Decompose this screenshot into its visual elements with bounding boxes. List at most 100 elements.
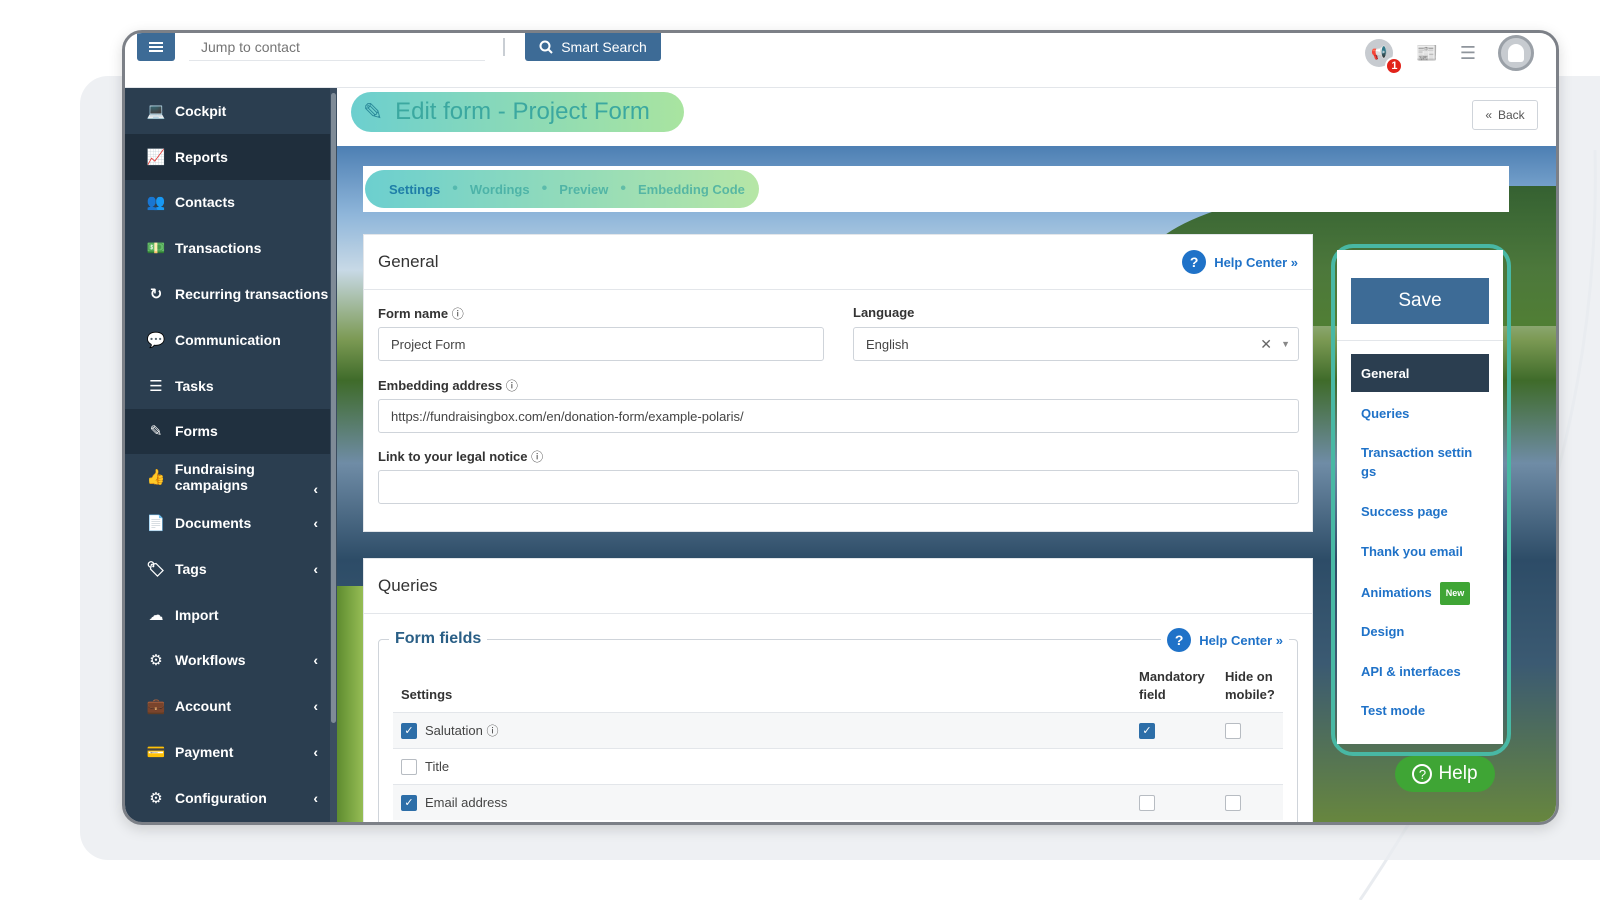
sidebar-item-recurring-transactions[interactable]: ↻ Recurring transactions — [125, 271, 330, 317]
tab-preview[interactable]: Preview — [551, 182, 616, 197]
thumbs-up-icon: 👍 — [146, 469, 166, 487]
app-window: Smart Search 📢 1 📰 ☰ 💻 Cockpit 📈 Reports 👥… — [122, 30, 1559, 825]
queries-card: Queries Form fields ? Help Center » Sett… — [363, 558, 1313, 822]
tab-separator: • — [620, 180, 626, 197]
mandatory-checkbox[interactable] — [1139, 794, 1155, 811]
sidebar-item-label: Payment — [175, 744, 234, 761]
sidebar-item-cockpit[interactable]: 💻 Cockpit — [125, 88, 330, 134]
nav-animations[interactable]: Animations New — [1351, 582, 1489, 605]
mandatory-checkbox[interactable]: ✓ — [1139, 722, 1155, 739]
form-fields-title: Form fields — [389, 630, 488, 648]
help-label: Help — [1438, 763, 1478, 784]
smart-search-button[interactable]: Smart Search — [525, 33, 661, 61]
nav-transaction-settings[interactable]: Transaction settin gs — [1351, 443, 1489, 481]
general-card-header: General ? Help Center » — [364, 235, 1312, 290]
clear-icon[interactable]: ✕ — [1260, 336, 1272, 353]
search-icon — [539, 40, 553, 54]
tab-settings[interactable]: Settings — [381, 182, 448, 197]
title-checkbox[interactable] — [401, 758, 417, 775]
hide-mobile-checkbox[interactable] — [1225, 794, 1241, 811]
sidebar-item-payment[interactable]: 💳 Payment ‹ — [125, 729, 330, 775]
sidebar-item-communication[interactable]: 💬 Communication — [125, 317, 330, 363]
form-name-label: Form name ⓘ — [378, 306, 464, 321]
back-button[interactable]: « Back — [1472, 100, 1538, 130]
users-icon: 👥 — [146, 194, 166, 212]
nav-api-interfaces[interactable]: API & interfaces — [1351, 662, 1489, 681]
nav-design[interactable]: Design — [1351, 622, 1489, 641]
sidebar-item-label: Recurring transactions — [175, 286, 329, 303]
legal-notice-field[interactable] — [378, 470, 1299, 504]
settings-column-header: Settings — [401, 687, 453, 702]
help-center-link[interactable]: ? Help Center » — [1182, 250, 1298, 274]
form-fields-fieldset: Form fields ? Help Center » Settings Man… — [378, 628, 1298, 822]
form-name-field[interactable]: Project Form — [378, 327, 824, 361]
edit-icon: ✎ — [363, 98, 384, 126]
sidebar-item-label: Configuration — [175, 789, 267, 806]
tab-embedding-code[interactable]: Embedding Code — [630, 182, 753, 197]
sidebar-item-documents[interactable]: 📄 Documents ‹ — [125, 500, 330, 546]
language-select[interactable]: English ✕ ▼ — [853, 327, 1299, 361]
jump-to-contact-input[interactable] — [189, 33, 485, 61]
back-label: Back — [1498, 108, 1525, 122]
sidebar-item-label: Tasks — [175, 377, 214, 394]
chart-icon: 📈 — [146, 148, 166, 166]
smart-search-label: Smart Search — [561, 39, 647, 55]
page-header: ✎ Edit form - Project Form « Back — [337, 88, 1556, 146]
nav-thank-you-email[interactable]: Thank you email — [1351, 542, 1489, 561]
sidebar-item-tasks[interactable]: ☰ Tasks — [125, 363, 330, 409]
tabs-bar: Settings • Wordings • Preview • Embeddin… — [363, 166, 1509, 212]
sidebar-item-configuration[interactable]: ⚙ Configuration ‹ — [125, 775, 330, 821]
salutation-checkbox[interactable]: ✓ — [401, 722, 417, 739]
sidebar-item-label: Tags — [175, 560, 207, 577]
chevron-left-icon: ‹ — [313, 698, 318, 715]
tasks-icon: ☰ — [149, 377, 163, 395]
sidebar-item-tags[interactable]: 🏷 Tags ‹ — [125, 546, 330, 592]
divider — [503, 38, 505, 56]
help-center-link[interactable]: ? Help Center » — [1161, 628, 1289, 652]
sidebar-item-account[interactable]: 💼 Account ‹ — [125, 683, 330, 729]
question-icon: ? — [1412, 764, 1433, 784]
question-icon: ? — [1167, 628, 1192, 652]
table-row: ✓ Salutation ⓘ ✓ — [393, 712, 1283, 748]
save-button[interactable]: Save — [1351, 278, 1489, 324]
hide-mobile-checkbox[interactable] — [1225, 722, 1241, 739]
nav-success-page[interactable]: Success page — [1351, 502, 1489, 521]
sidebar-item-label: Fundraising campaigns — [174, 461, 255, 494]
checklist-icon[interactable]: ☰ — [1460, 43, 1476, 64]
user-avatar[interactable] — [1498, 35, 1534, 71]
email-checkbox[interactable]: ✓ — [401, 794, 417, 811]
field-label: Salutation — [425, 723, 483, 738]
sidebar-item-reports[interactable]: 📈 Reports — [125, 133, 330, 180]
nav-test-mode[interactable]: Test mode — [1351, 701, 1489, 720]
hamburger-menu-button[interactable] — [137, 33, 175, 61]
sidebar-item-contacts[interactable]: 👥 Contacts — [125, 180, 330, 226]
sidebar-item-import[interactable]: ☁ Import — [125, 592, 330, 638]
chevron-left-icon: ‹ — [313, 481, 318, 498]
recurring-icon: ↻ — [149, 286, 163, 304]
megaphone-icon[interactable]: 📢 1 — [1365, 39, 1404, 75]
page-title: Edit form - Project Form — [395, 98, 650, 125]
news-icon[interactable]: 📰 — [1415, 43, 1437, 64]
sidebar-item-transactions[interactable]: 💵 Transactions — [125, 225, 330, 271]
document-icon: 📄 — [146, 515, 166, 533]
sidebar-item-label: Account — [175, 698, 231, 715]
sidebar-item-forms[interactable]: ✎ Forms — [125, 408, 330, 455]
hide-mobile-column-header: Hide on mobile? — [1225, 669, 1275, 702]
tab-separator: • — [541, 180, 548, 197]
queries-card-header: Queries — [364, 559, 1312, 614]
tab-wordings[interactable]: Wordings — [462, 182, 538, 197]
nav-queries[interactable]: Queries — [1351, 404, 1489, 423]
help-button[interactable]: ? Help — [1395, 756, 1495, 792]
sidebar-item-fundraising-campaigns[interactable]: 👍 Fundraising campaigns ‹ — [125, 454, 330, 500]
sidebar-item-label: Transactions — [175, 240, 262, 257]
nav-general[interactable]: General — [1351, 354, 1489, 392]
field-label: Email address — [425, 795, 508, 810]
sidebar-item-workflows[interactable]: ⚙ Workflows ‹ — [125, 638, 330, 684]
general-card: General ? Help Center » Form name ⓘ Proj… — [363, 234, 1313, 532]
embedding-address-field[interactable]: https://fundraisingbox.com/en/donation-f… — [378, 399, 1299, 433]
hamburger-icon — [149, 46, 163, 48]
sidebar-scrollbar[interactable] — [330, 88, 337, 822]
page-title-pill: ✎ Edit form - Project Form — [351, 92, 684, 132]
gear-icon: ⚙ — [149, 789, 163, 807]
chevron-left-icon: ‹ — [313, 652, 318, 669]
